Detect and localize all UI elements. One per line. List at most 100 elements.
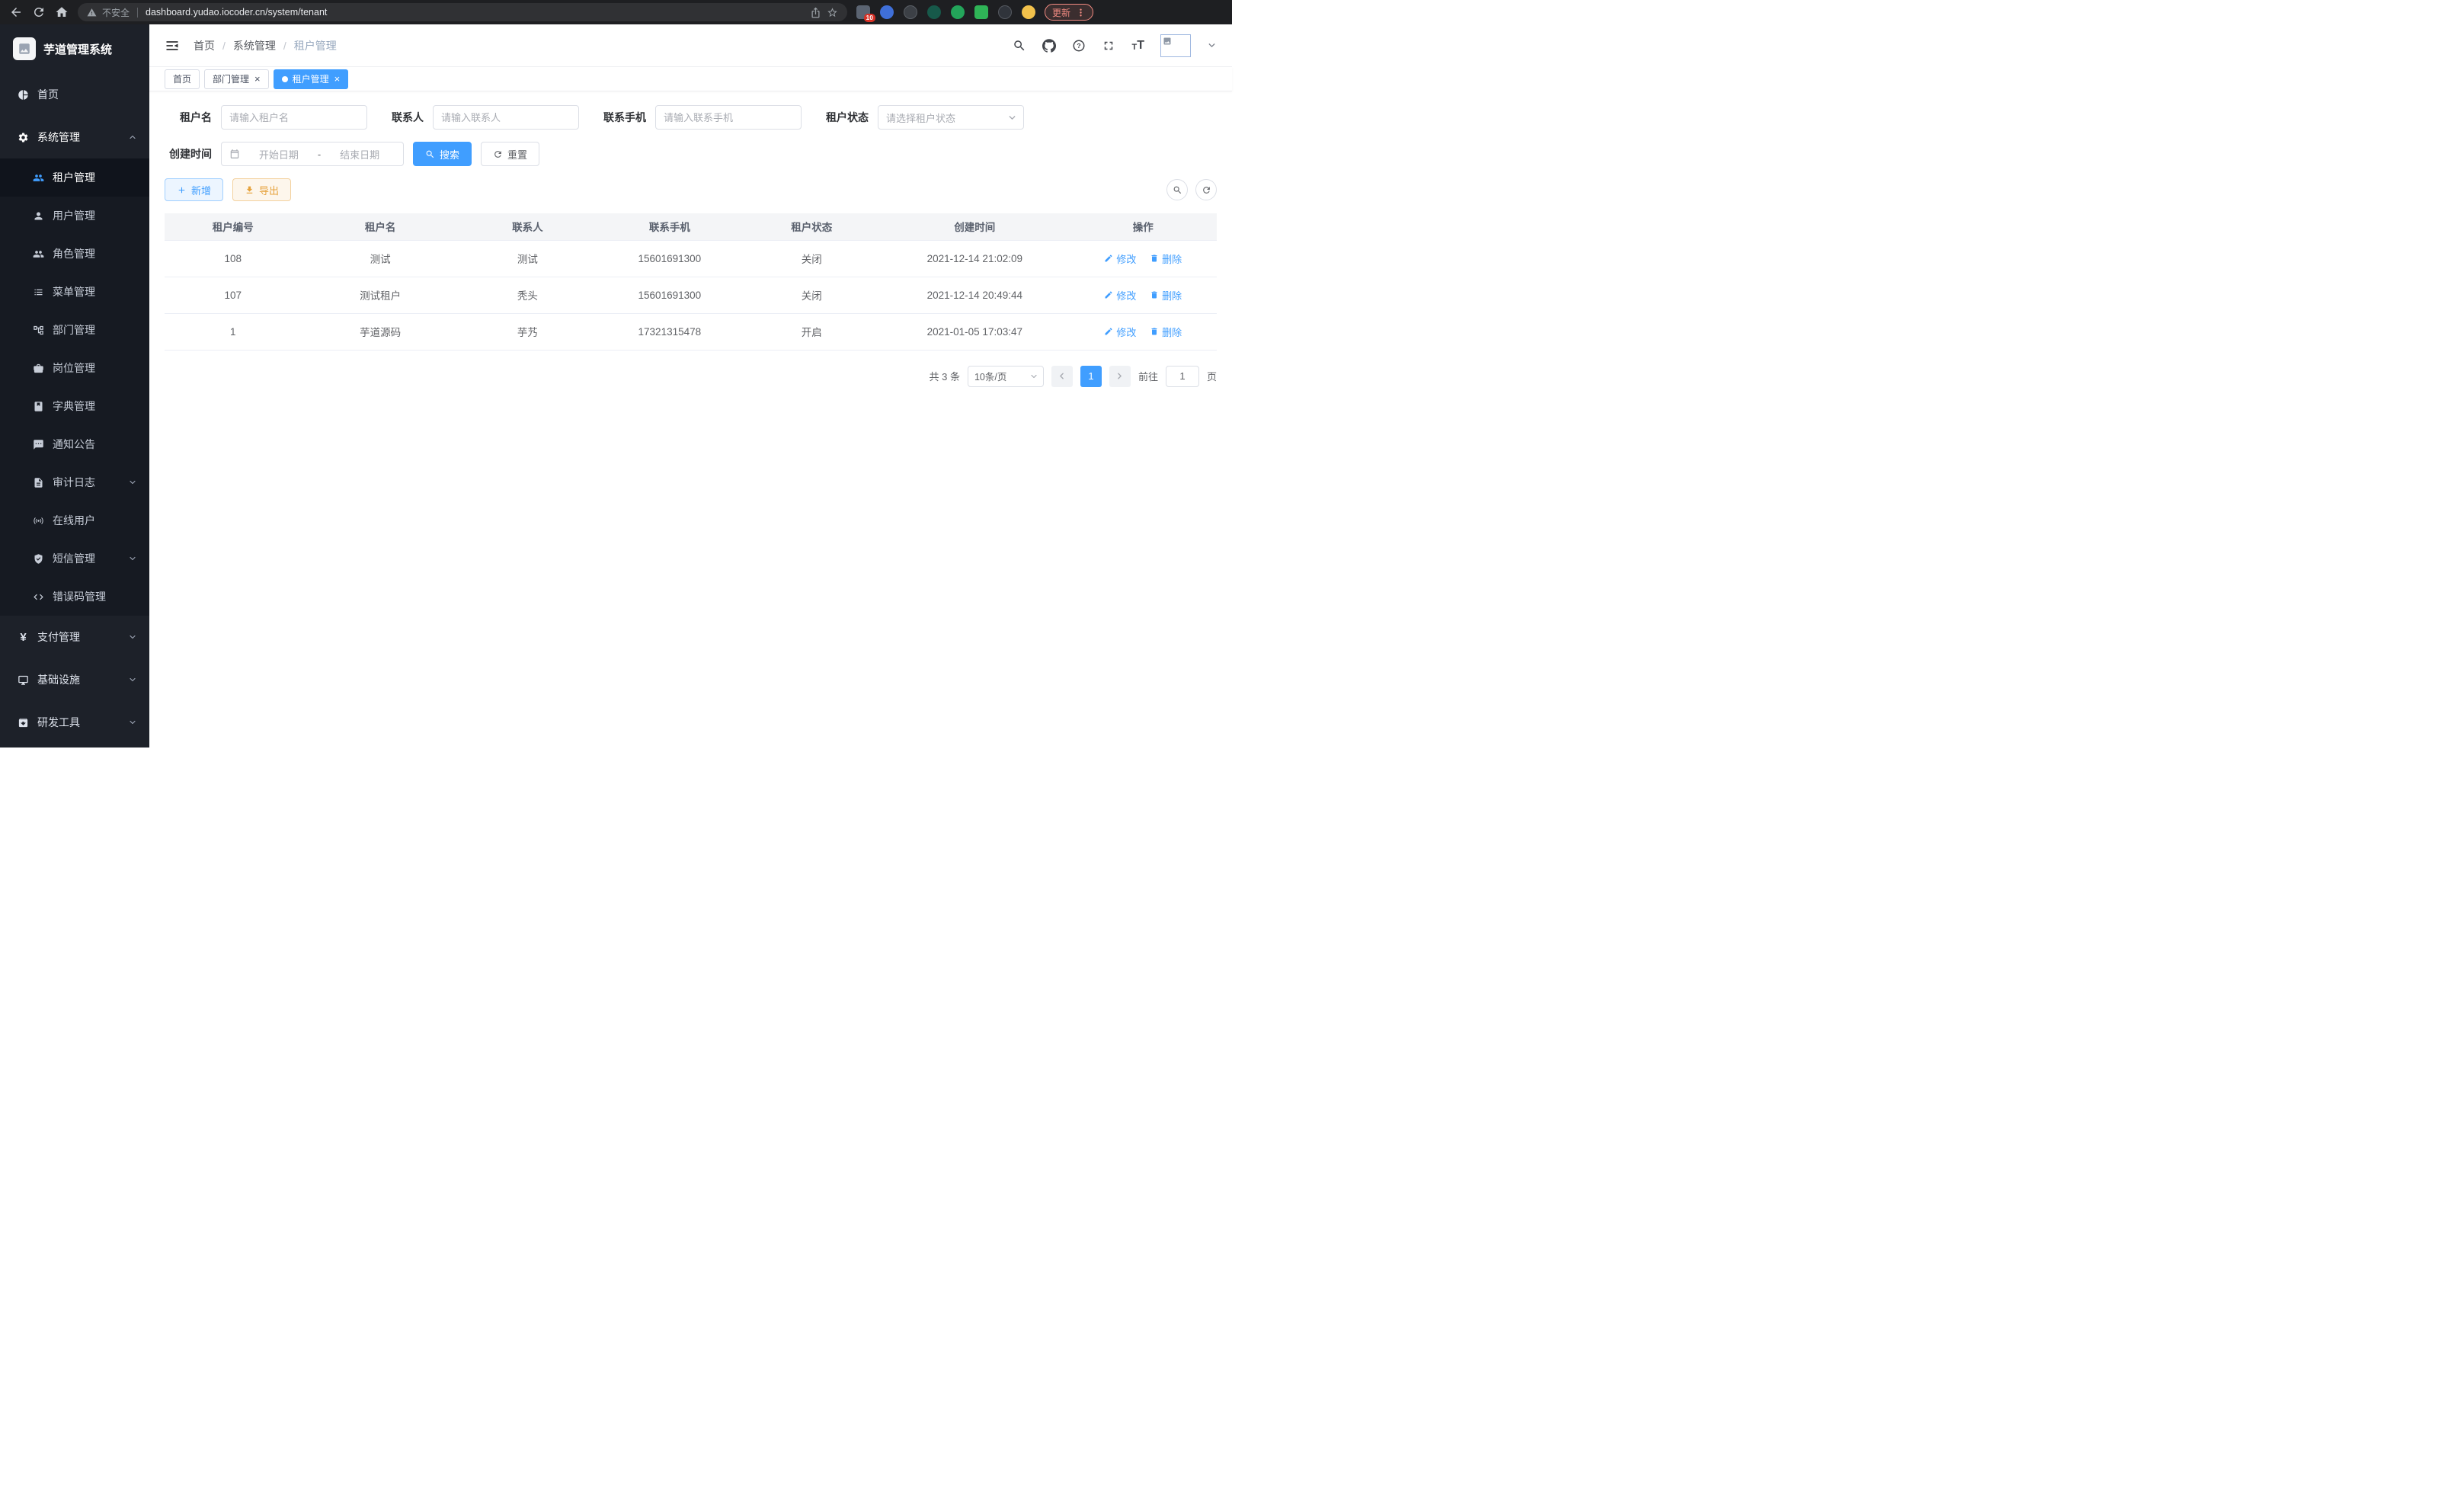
extension-icon-2[interactable]: [880, 5, 894, 19]
extension-icon-6[interactable]: [974, 5, 988, 19]
edit-button[interactable]: 修改: [1104, 251, 1136, 266]
error-code-icon: [33, 591, 44, 603]
date-range-separator: -: [318, 149, 321, 160]
toggle-search-button[interactable]: [1166, 179, 1188, 200]
chevron-down-icon: [1007, 113, 1017, 123]
search-icon: [1173, 185, 1182, 195]
cell-created: 2021-01-05 17:03:47: [880, 313, 1070, 350]
goto-page-input[interactable]: [1166, 366, 1199, 387]
breadcrumb-separator: /: [283, 40, 286, 52]
refresh-icon: [493, 149, 503, 159]
sidebar-item-error-code[interactable]: 错误码管理: [0, 578, 149, 616]
share-icon[interactable]: [810, 7, 821, 18]
chevron-down-icon: [128, 718, 137, 727]
help-icon[interactable]: ?: [1072, 39, 1086, 53]
next-page-button[interactable]: [1109, 366, 1131, 387]
sidebar-item-post[interactable]: 岗位管理: [0, 349, 149, 387]
extension-icon-7[interactable]: [998, 5, 1012, 19]
bookmark-star-icon[interactable]: [827, 7, 838, 18]
breadcrumb-home[interactable]: 首页: [194, 38, 215, 53]
not-secure-label: 不安全: [102, 6, 130, 19]
sidebar-item-menu[interactable]: 菜单管理: [0, 273, 149, 311]
close-icon[interactable]: ×: [254, 74, 261, 84]
sidebar-item-tenant[interactable]: 租户管理: [0, 158, 149, 197]
contact-input[interactable]: [433, 105, 579, 130]
breadcrumb-system[interactable]: 系统管理: [233, 38, 276, 53]
page-size-select[interactable]: 10条/页: [968, 366, 1044, 387]
edit-button[interactable]: 修改: [1104, 288, 1136, 303]
fullscreen-icon[interactable]: [1102, 39, 1115, 53]
prev-page-button[interactable]: [1051, 366, 1073, 387]
reset-button[interactable]: 重置: [481, 142, 539, 166]
font-size-icon[interactable]: TT: [1131, 40, 1144, 52]
sidebar-item-label: 部门管理: [53, 322, 95, 338]
sidebar-item-dev-tools[interactable]: 研发工具: [0, 701, 149, 744]
broken-image-icon: [1163, 37, 1172, 46]
sidebar-item-audit-log[interactable]: 审计日志: [0, 463, 149, 501]
header-actions: ? TT: [1013, 34, 1217, 57]
extension-icon-3[interactable]: [904, 5, 917, 19]
sidebar-item-infrastructure[interactable]: 基础设施: [0, 658, 149, 701]
sidebar-item-notice[interactable]: 通知公告: [0, 425, 149, 463]
github-icon[interactable]: [1042, 39, 1056, 53]
dept-tree-icon: [33, 325, 44, 336]
delete-button[interactable]: 删除: [1150, 325, 1182, 339]
refresh-table-button[interactable]: [1195, 179, 1217, 200]
pencil-icon: [1104, 254, 1113, 263]
sidebar: 芋道管理系统 首页 系统管理 租户管理: [0, 24, 149, 748]
chevron-down-icon: [128, 675, 137, 684]
user-avatar[interactable]: [1160, 34, 1191, 57]
edit-button[interactable]: 修改: [1104, 325, 1136, 339]
sidebar-item-label: 通知公告: [53, 437, 95, 452]
search-icon[interactable]: [1013, 39, 1026, 53]
status-select[interactable]: 请选择租户状态: [878, 105, 1024, 130]
sidebar-item-online-user[interactable]: 在线用户: [0, 501, 149, 539]
browser-home-icon[interactable]: [55, 5, 69, 19]
delete-button[interactable]: 删除: [1150, 251, 1182, 266]
address-bar[interactable]: 不安全 dashboard.yudao.iocoder.cn/system/te…: [78, 3, 847, 21]
pencil-icon: [1104, 327, 1113, 336]
browser-update-button[interactable]: 更新: [1045, 4, 1093, 21]
extension-icon-4[interactable]: [927, 5, 941, 19]
browser-back-icon[interactable]: [9, 5, 23, 19]
mobile-input[interactable]: [655, 105, 802, 130]
sidebar-item-payment[interactable]: ¥ 支付管理: [0, 616, 149, 658]
cell-tenant-name: 测试: [302, 240, 459, 277]
sidebar-item-sms[interactable]: 短信管理: [0, 539, 149, 578]
sidebar-collapse-icon[interactable]: [165, 38, 180, 53]
sidebar-item-role[interactable]: 角色管理: [0, 235, 149, 273]
extension-icon-1[interactable]: 10: [856, 5, 870, 19]
tab-dept[interactable]: 部门管理 ×: [204, 69, 269, 89]
sidebar-item-label: 字典管理: [53, 399, 95, 414]
app-logo-image: [13, 37, 36, 60]
avatar-dropdown-chevron-icon[interactable]: [1207, 40, 1217, 50]
sidebar-item-system[interactable]: 系统管理: [0, 116, 149, 158]
app-logo-block[interactable]: 芋道管理系统: [0, 24, 149, 73]
close-icon[interactable]: ×: [334, 74, 341, 84]
gear-icon: [18, 132, 29, 143]
user-icon: [33, 210, 44, 222]
column-header: 租户名: [302, 213, 459, 240]
add-button[interactable]: 新增: [165, 178, 223, 201]
browser-refresh-icon[interactable]: [32, 5, 46, 19]
profile-avatar-icon[interactable]: [1022, 5, 1035, 19]
export-button[interactable]: 导出: [232, 178, 291, 201]
online-signal-icon: [33, 515, 44, 527]
tenant-name-input[interactable]: [221, 105, 367, 130]
sidebar-item-dept[interactable]: 部门管理: [0, 311, 149, 349]
column-header: 租户编号: [165, 213, 302, 240]
monitor-icon: [18, 674, 29, 686]
search-button[interactable]: 搜索: [413, 142, 472, 166]
browser-menu-kebab-icon[interactable]: [1076, 8, 1086, 18]
sidebar-item-home[interactable]: 首页: [0, 73, 149, 116]
table-row: 1 芋道源码 芋艿 17321315478 开启 2021-01-05 17:0…: [165, 313, 1217, 350]
tab-tenant[interactable]: 租户管理 ×: [274, 69, 349, 89]
sidebar-item-dict[interactable]: 字典管理: [0, 387, 149, 425]
sidebar-item-user[interactable]: 用户管理: [0, 197, 149, 235]
tab-home[interactable]: 首页: [165, 69, 200, 89]
delete-button[interactable]: 删除: [1150, 288, 1182, 303]
page-number-button[interactable]: 1: [1080, 366, 1102, 387]
extension-icon-5[interactable]: [951, 5, 965, 19]
pencil-icon: [1104, 290, 1113, 299]
date-range-picker[interactable]: 开始日期 - 结束日期: [221, 142, 404, 166]
